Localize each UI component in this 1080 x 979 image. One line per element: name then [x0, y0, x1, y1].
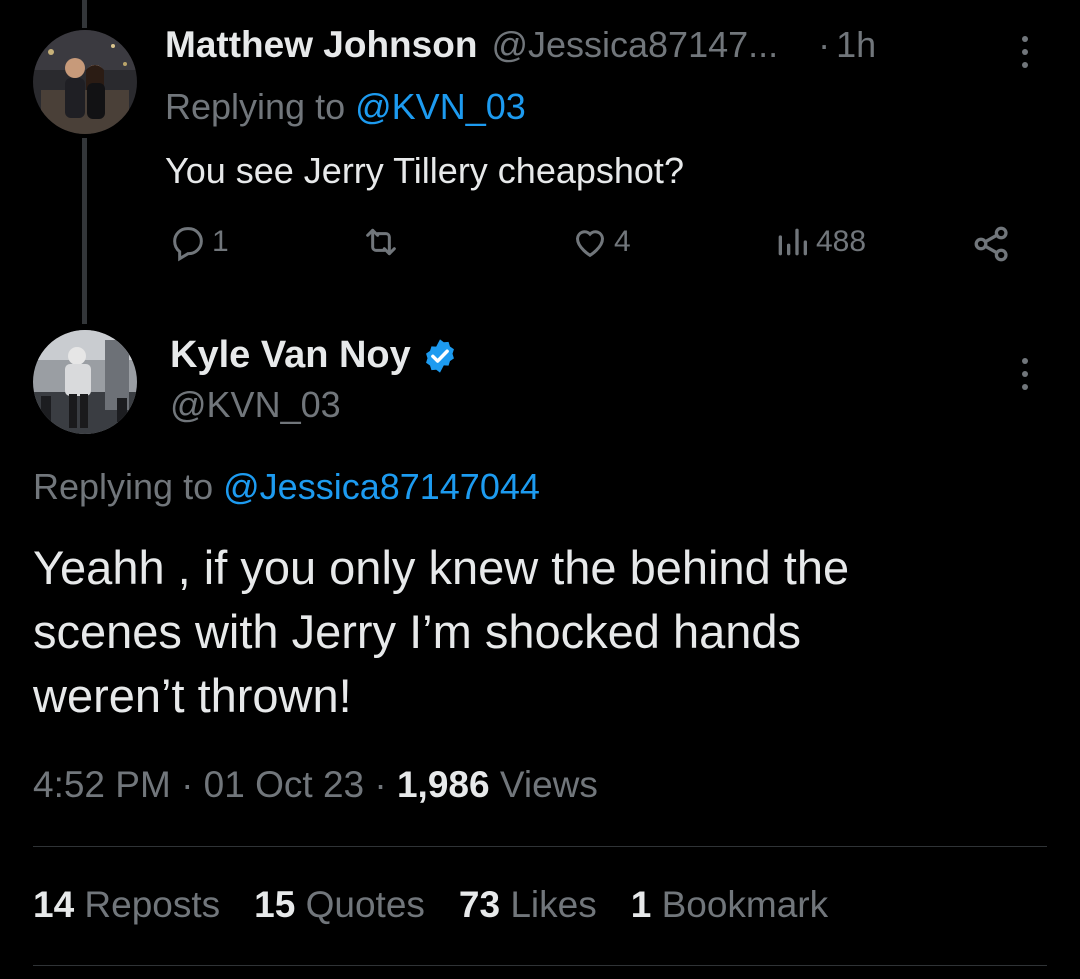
verified-badge-icon[interactable]	[411, 337, 459, 375]
likes-stat[interactable]: 73 Likes	[459, 884, 597, 926]
share-button[interactable]	[970, 222, 1014, 266]
quotes-stat[interactable]: 15 Quotes	[254, 884, 425, 926]
views-count: 1,986	[396, 764, 490, 805]
author-name[interactable]: Matthew Johnson	[165, 24, 477, 66]
divider	[33, 965, 1047, 966]
replying-to-line: Replying to @KVN_03	[165, 86, 526, 128]
repost-button[interactable]	[360, 222, 406, 262]
reply-button[interactable]: 1	[168, 222, 229, 262]
main-tweet-header: Kyle Van Noy	[170, 334, 459, 377]
reply-count: 1	[212, 225, 229, 258]
quotes-count: 15	[254, 884, 296, 925]
engagement-stats: 14 Reposts 15 Quotes 73 Likes 1 Bookmark	[33, 884, 862, 926]
share-icon	[970, 222, 1014, 266]
separator-dot: ·	[818, 24, 831, 65]
views-icon	[772, 222, 812, 262]
tweet-text: You see Jerry Tillery cheapshot?	[165, 150, 684, 191]
like-count: 4	[614, 225, 631, 258]
divider	[33, 846, 1047, 847]
view-count: 488	[816, 225, 867, 258]
reposts-stat[interactable]: 14 Reposts	[33, 884, 220, 926]
tweet-text-line: Yeahh , if you only knew the behind the	[33, 541, 850, 594]
more-options-icon[interactable]	[1019, 358, 1031, 390]
replying-to-label: Replying to	[33, 466, 214, 507]
likes-label: Likes	[500, 884, 597, 925]
bookmarks-stat[interactable]: 1 Bookmark	[631, 884, 828, 926]
replying-to-mention[interactable]: @KVN_03	[355, 86, 526, 127]
replying-to-line: Replying to @Jessica87147044	[33, 466, 540, 508]
tweet-time[interactable]: 1h	[836, 24, 876, 66]
tweet-text-line: scenes with Jerry I’m shocked hands	[33, 605, 801, 658]
replying-to-mention[interactable]: @Jessica87147044	[223, 466, 540, 507]
quotes-label: Quotes	[295, 884, 425, 925]
heart-icon	[570, 222, 610, 262]
tweet-text: Yeahh , if you only knew the behind the …	[33, 536, 1033, 728]
author-handle[interactable]: @KVN_03	[170, 384, 341, 426]
tweet-metadata: 4:52 PM · 01 Oct 23 · 1,986 Views	[33, 764, 598, 806]
reposts-label: Reposts	[74, 884, 221, 925]
repost-icon	[360, 222, 402, 262]
avatar-kyle-van-noy[interactable]	[33, 330, 137, 434]
thread-connector-line-top	[82, 0, 87, 28]
reply-icon	[168, 222, 208, 262]
likes-count: 73	[458, 884, 501, 925]
more-options-icon[interactable]	[1019, 36, 1031, 68]
bookmarks-count: 1	[630, 884, 652, 925]
author-name[interactable]: Kyle Van Noy	[170, 334, 411, 377]
views-button[interactable]: 488	[772, 222, 866, 262]
author-handle[interactable]: @Jessica87147...	[491, 24, 778, 66]
parent-tweet-header: Matthew Johnson @Jessica87147... · 1h	[165, 24, 876, 66]
replying-to-label: Replying to	[165, 86, 346, 127]
tweet-timestamp[interactable]: 4:52 PM · 01 Oct 23 ·	[33, 764, 397, 805]
views-label: Views	[489, 764, 598, 805]
bookmarks-label: Bookmark	[651, 884, 829, 925]
reposts-count: 14	[33, 884, 75, 925]
tweet-text-line: weren’t thrown!	[33, 669, 352, 722]
avatar-matthew-johnson[interactable]	[33, 30, 137, 134]
tweet-actions-bar: 1 4 488	[0, 222, 1080, 268]
like-button[interactable]: 4	[570, 222, 631, 262]
